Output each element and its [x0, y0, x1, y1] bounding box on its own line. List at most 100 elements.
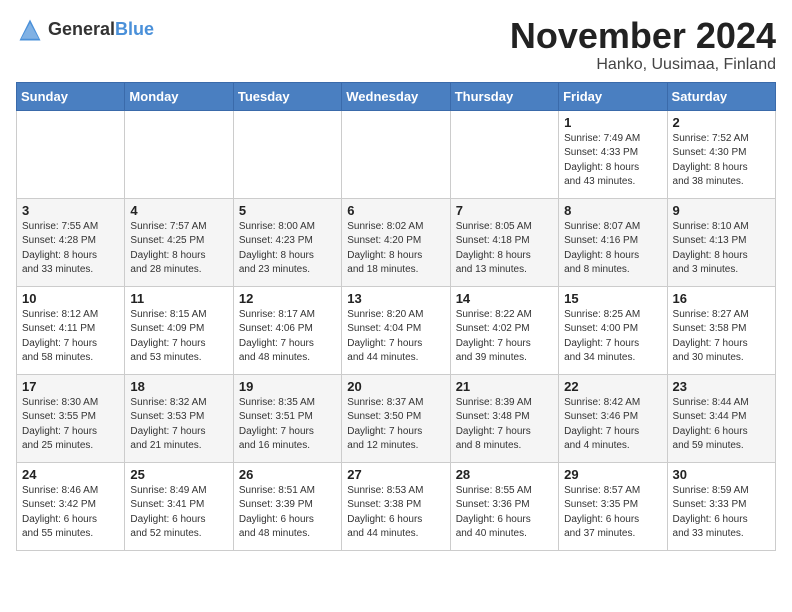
day-info: Sunrise: 7:57 AM Sunset: 4:25 PM Dayligh… [130, 220, 227, 278]
day-info: Sunrise: 8:30 AM Sunset: 3:55 PM Dayligh… [22, 396, 119, 454]
day-cell [233, 110, 341, 198]
day-info: Sunrise: 8:42 AM Sunset: 3:46 PM Dayligh… [564, 396, 661, 454]
day-number: 22 [564, 379, 661, 394]
week-row-1: 1 Sunrise: 7:49 AM Sunset: 4:33 PM Daylig… [17, 110, 776, 198]
day-info: Sunrise: 8:49 AM Sunset: 3:41 PM Dayligh… [130, 484, 227, 542]
week-row-3: 10 Sunrise: 8:12 AM Sunset: 4:11 PM Dayli… [17, 286, 776, 374]
col-header-monday: Monday [125, 82, 233, 110]
col-header-thursday: Thursday [450, 82, 558, 110]
logo: GeneralBlue [16, 16, 154, 44]
day-number: 29 [564, 467, 661, 482]
col-header-sunday: Sunday [17, 82, 125, 110]
day-number: 16 [673, 291, 770, 306]
day-number: 27 [347, 467, 444, 482]
day-number: 23 [673, 379, 770, 394]
day-info: Sunrise: 8:25 AM Sunset: 4:00 PM Dayligh… [564, 308, 661, 366]
day-number: 18 [130, 379, 227, 394]
day-info: Sunrise: 8:07 AM Sunset: 4:16 PM Dayligh… [564, 220, 661, 278]
day-info: Sunrise: 8:53 AM Sunset: 3:38 PM Dayligh… [347, 484, 444, 542]
day-cell: 5Sunrise: 8:00 AM Sunset: 4:23 PM Daylig… [233, 198, 341, 286]
day-number: 15 [564, 291, 661, 306]
day-cell: 9 Sunrise: 8:10 AM Sunset: 4:13 PM Daylig… [667, 198, 775, 286]
day-number: 2 [673, 115, 770, 130]
location-title: Hanko, Uusimaa, Finland [510, 56, 776, 74]
day-cell: 1 Sunrise: 7:49 AM Sunset: 4:33 PM Daylig… [559, 110, 667, 198]
day-info: Sunrise: 8:02 AM Sunset: 4:20 PM Dayligh… [347, 220, 444, 278]
calendar-table: SundayMondayTuesdayWednesdayThursdayFrid… [16, 82, 776, 551]
day-number: 30 [673, 467, 770, 482]
day-number: 4 [130, 203, 227, 218]
day-cell: 28 Sunrise: 8:55 AM Sunset: 3:36 PM Dayli… [450, 462, 558, 550]
day-number: 17 [22, 379, 119, 394]
day-cell: 3 Sunrise: 7:55 AM Sunset: 4:28 PM Daylig… [17, 198, 125, 286]
day-number: 9 [673, 203, 770, 218]
day-number: 8 [564, 203, 661, 218]
day-number: 13 [347, 291, 444, 306]
day-number: 21 [456, 379, 553, 394]
day-cell: 13 Sunrise: 8:20 AM Sunset: 4:04 PM Dayli… [342, 286, 450, 374]
day-info: Sunrise: 7:55 AM Sunset: 4:28 PM Dayligh… [22, 220, 119, 278]
day-info: Sunrise: 8:55 AM Sunset: 3:36 PM Dayligh… [456, 484, 553, 542]
day-cell: 25 Sunrise: 8:49 AM Sunset: 3:41 PM Dayli… [125, 462, 233, 550]
day-number: 3 [22, 203, 119, 218]
day-number: 14 [456, 291, 553, 306]
day-cell: 20Sunrise: 8:37 AM Sunset: 3:50 PM Dayli… [342, 374, 450, 462]
logo-general: GeneralBlue [48, 20, 154, 40]
day-number: 28 [456, 467, 553, 482]
calendar-title-area: November 2024 Hanko, Uusimaa, Finland [510, 16, 776, 74]
week-row-2: 3 Sunrise: 7:55 AM Sunset: 4:28 PM Daylig… [17, 198, 776, 286]
week-row-5: 24 Sunrise: 8:46 AM Sunset: 3:42 PM Dayli… [17, 462, 776, 550]
month-title: November 2024 [510, 16, 776, 56]
day-info: Sunrise: 8:12 AM Sunset: 4:11 PM Dayligh… [22, 308, 119, 366]
day-number: 10 [22, 291, 119, 306]
col-header-saturday: Saturday [667, 82, 775, 110]
day-cell: 2 Sunrise: 7:52 AM Sunset: 4:30 PM Daylig… [667, 110, 775, 198]
day-info: Sunrise: 7:49 AM Sunset: 4:33 PM Dayligh… [564, 132, 661, 190]
day-info: Sunrise: 8:32 AM Sunset: 3:53 PM Dayligh… [130, 396, 227, 454]
day-cell: 30 Sunrise: 8:59 AM Sunset: 3:33 PM Dayli… [667, 462, 775, 550]
day-cell: 11 Sunrise: 8:15 AM Sunset: 4:09 PM Dayli… [125, 286, 233, 374]
day-number: 6 [347, 203, 444, 218]
day-info: Sunrise: 8:15 AM Sunset: 4:09 PM Dayligh… [130, 308, 227, 366]
day-number: 11 [130, 291, 227, 306]
day-cell: 6 Sunrise: 8:02 AM Sunset: 4:20 PM Daylig… [342, 198, 450, 286]
col-header-friday: Friday [559, 82, 667, 110]
day-cell: 8 Sunrise: 8:07 AM Sunset: 4:16 PM Daylig… [559, 198, 667, 286]
day-info: Sunrise: 8:27 AM Sunset: 3:58 PM Dayligh… [673, 308, 770, 366]
day-number: 12 [239, 291, 336, 306]
day-info: Sunrise: 8:05 AM Sunset: 4:18 PM Dayligh… [456, 220, 553, 278]
day-info: Sunrise: 8:17 AM Sunset: 4:06 PM Dayligh… [239, 308, 336, 366]
day-info: Sunrise: 8:39 AM Sunset: 3:48 PM Dayligh… [456, 396, 553, 454]
day-info: Sunrise: 8:00 AM Sunset: 4:23 PM Dayligh… [239, 220, 336, 278]
day-info: Sunrise: 7:52 AM Sunset: 4:30 PM Dayligh… [673, 132, 770, 190]
day-cell [450, 110, 558, 198]
day-info: Sunrise: 8:37 AM Sunset: 3:50 PM Dayligh… [347, 396, 444, 454]
day-cell: 21 Sunrise: 8:39 AM Sunset: 3:48 PM Dayli… [450, 374, 558, 462]
day-cell: 7Sunrise: 8:05 AM Sunset: 4:18 PM Daylig… [450, 198, 558, 286]
col-header-wednesday: Wednesday [342, 82, 450, 110]
day-number: 25 [130, 467, 227, 482]
day-cell: 19 Sunrise: 8:35 AM Sunset: 3:51 PM Dayli… [233, 374, 341, 462]
day-info: Sunrise: 8:57 AM Sunset: 3:35 PM Dayligh… [564, 484, 661, 542]
day-cell: 23 Sunrise: 8:44 AM Sunset: 3:44 PM Dayli… [667, 374, 775, 462]
day-info: Sunrise: 8:35 AM Sunset: 3:51 PM Dayligh… [239, 396, 336, 454]
day-cell: 15 Sunrise: 8:25 AM Sunset: 4:00 PM Dayli… [559, 286, 667, 374]
day-number: 24 [22, 467, 119, 482]
day-cell: 14Sunrise: 8:22 AM Sunset: 4:02 PM Dayli… [450, 286, 558, 374]
day-info: Sunrise: 8:51 AM Sunset: 3:39 PM Dayligh… [239, 484, 336, 542]
day-info: Sunrise: 8:20 AM Sunset: 4:04 PM Dayligh… [347, 308, 444, 366]
day-cell: 10 Sunrise: 8:12 AM Sunset: 4:11 PM Dayli… [17, 286, 125, 374]
day-info: Sunrise: 8:10 AM Sunset: 4:13 PM Dayligh… [673, 220, 770, 278]
day-number: 19 [239, 379, 336, 394]
page-header: GeneralBlue November 2024 Hanko, Uusimaa… [16, 16, 776, 74]
day-number: 1 [564, 115, 661, 130]
day-cell [125, 110, 233, 198]
col-header-tuesday: Tuesday [233, 82, 341, 110]
day-cell: 17 Sunrise: 8:30 AM Sunset: 3:55 PM Dayli… [17, 374, 125, 462]
day-number: 26 [239, 467, 336, 482]
day-cell: 12 Sunrise: 8:17 AM Sunset: 4:06 PM Dayli… [233, 286, 341, 374]
day-cell [342, 110, 450, 198]
day-info: Sunrise: 8:44 AM Sunset: 3:44 PM Dayligh… [673, 396, 770, 454]
day-info: Sunrise: 8:59 AM Sunset: 3:33 PM Dayligh… [673, 484, 770, 542]
day-info: Sunrise: 8:46 AM Sunset: 3:42 PM Dayligh… [22, 484, 119, 542]
